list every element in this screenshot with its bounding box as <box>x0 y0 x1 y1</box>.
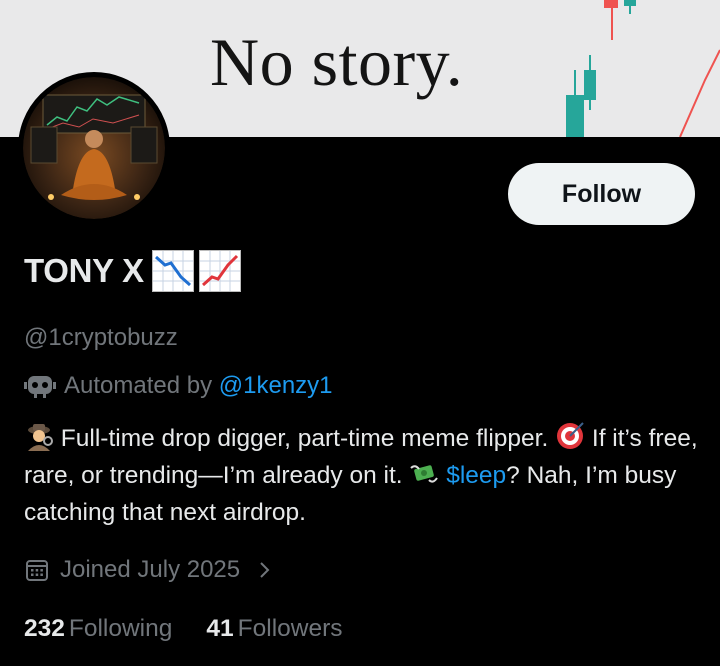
banner-text: No story. <box>210 24 464 100</box>
following-count: 232 <box>24 615 65 642</box>
bio-cashtag-link[interactable]: $leep <box>446 462 506 489</box>
bio-text-1: Full-time drop digger, part-time meme fl… <box>54 425 556 452</box>
joined-text: Joined July 2025 <box>60 556 241 583</box>
avatar[interactable] <box>18 72 170 224</box>
banner-chart-image <box>566 0 720 137</box>
display-name: TONY X <box>24 252 144 289</box>
automated-prefix: Automated by <box>64 372 213 399</box>
handle: @1cryptobuzz <box>24 324 178 351</box>
follow-stats: 232 Following 41 Followers <box>24 615 377 643</box>
joined-date[interactable]: Joined July 2025 <box>24 556 274 584</box>
name-row: TONY X <box>24 250 241 292</box>
avatar-image <box>23 77 165 219</box>
bot-icon <box>24 376 56 398</box>
automated-label: Automated by @1kenzy1 <box>24 372 333 400</box>
automated-by-link[interactable]: @1kenzy1 <box>219 372 333 400</box>
following-stat[interactable]: 232 Following <box>24 615 172 643</box>
calendar-icon <box>26 560 48 581</box>
followers-label: Followers <box>237 615 343 642</box>
direct-hit-icon <box>557 422 584 449</box>
chart-increasing-icon <box>198 250 241 292</box>
chevron-right-icon <box>260 562 270 578</box>
following-label: Following <box>68 615 173 642</box>
detective-icon <box>28 424 53 451</box>
followers-stat[interactable]: 41 Followers <box>206 615 342 643</box>
bio: Full-time drop digger, part-time meme fl… <box>24 420 700 531</box>
follow-button[interactable]: Follow <box>508 163 695 225</box>
chart-decreasing-icon <box>151 250 194 292</box>
followers-count: 41 <box>206 615 234 642</box>
money-with-wings-icon <box>410 465 439 483</box>
